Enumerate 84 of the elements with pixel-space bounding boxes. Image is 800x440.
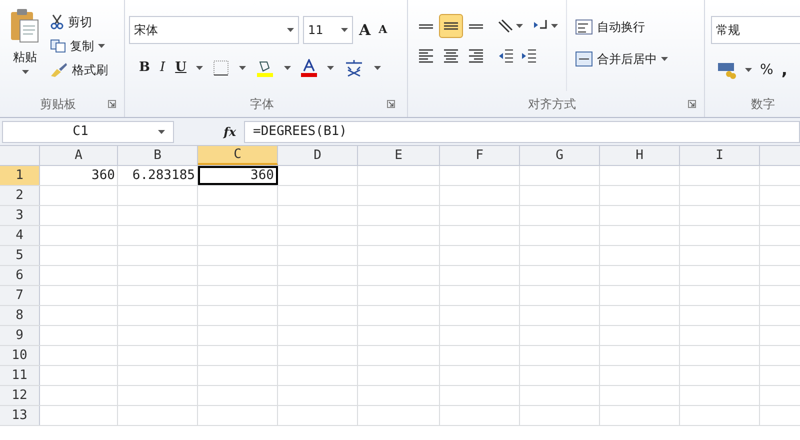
dialog-launcher-icon[interactable]: [108, 100, 116, 108]
align-icon: [468, 49, 484, 63]
group-label: 对齐方式: [527, 96, 577, 113]
align-icon: [443, 49, 459, 63]
borders-icon[interactable]: [213, 60, 230, 76]
row-header[interactable]: 5: [0, 246, 40, 265]
font-style-button[interactable]: I: [160, 58, 166, 78]
font-style-button[interactable]: U: [175, 58, 186, 78]
row-header[interactable]: 13: [0, 406, 40, 425]
caret-icon: [287, 28, 294, 32]
caret-icon: [745, 68, 752, 72]
clipboard-button[interactable]: 格式刷: [50, 60, 108, 80]
row-header[interactable]: 4: [0, 226, 40, 245]
row-header[interactable]: 8: [0, 306, 40, 325]
scissors-icon: [50, 14, 64, 30]
merge-icon: [575, 51, 593, 67]
table-cell: 6.283185: [118, 166, 198, 185]
column-header[interactable]: D: [278, 146, 358, 165]
caret-icon: [374, 66, 382, 70]
group-label: 数字: [751, 96, 775, 113]
row-header[interactable]: 3: [0, 206, 40, 225]
name-box[interactable]: C1: [2, 120, 174, 142]
caret-icon: [22, 70, 28, 74]
align-icon: [418, 49, 434, 63]
caret-icon: [327, 66, 334, 70]
row-header[interactable]: 1: [0, 166, 40, 185]
currency-icon[interactable]: [717, 61, 737, 79]
font-color-icon[interactable]: [301, 59, 318, 77]
column-header[interactable]: F: [440, 146, 520, 165]
vertical-align-button[interactable]: [439, 14, 463, 38]
row-header[interactable]: 7: [0, 286, 40, 305]
caret-icon: [158, 130, 165, 134]
row-header[interactable]: 9: [0, 326, 40, 345]
font-style-button[interactable]: B: [139, 58, 150, 78]
group-label: 字体: [249, 96, 275, 113]
column-header[interactable]: G: [520, 146, 600, 165]
percent-button[interactable]: %: [760, 60, 774, 80]
row-header[interactable]: 10: [0, 346, 40, 365]
caret-icon: [196, 66, 204, 70]
copy-icon: [50, 39, 66, 53]
dialog-launcher-icon[interactable]: [688, 100, 696, 108]
column-header[interactable]: H: [600, 146, 680, 165]
caret-icon: [516, 24, 523, 28]
shrink-font-button[interactable]: A: [376, 22, 390, 38]
decrease-indent-icon[interactable]: [497, 48, 515, 64]
group-label: 剪贴板: [39, 96, 77, 113]
brush-icon: [50, 62, 68, 78]
number-format-field[interactable]: 常规: [711, 16, 800, 44]
font-name-field[interactable]: 宋体: [129, 16, 299, 44]
column-header[interactable]: C: [198, 146, 278, 165]
clipboard-icon: [10, 8, 40, 44]
phonetic-icon[interactable]: [344, 58, 364, 78]
grow-font-button[interactable]: A: [357, 18, 373, 42]
fx-button[interactable]: fx: [224, 122, 236, 140]
caret-icon: [661, 57, 668, 61]
paste-button[interactable]: 粘贴: [0, 8, 50, 91]
orientation-icon[interactable]: [497, 18, 515, 34]
table-cell: 360: [40, 166, 118, 185]
column-header[interactable]: E: [358, 146, 440, 165]
clipboard-button[interactable]: 剪切: [50, 12, 108, 32]
align-icon: [418, 24, 434, 28]
caret-icon: [239, 66, 246, 70]
wrap-text-icon: [575, 19, 593, 35]
merge-center-button[interactable]: 合并后居中: [575, 50, 668, 68]
row-header[interactable]: 11: [0, 366, 40, 385]
fill-color-icon[interactable]: [256, 59, 274, 77]
row-header[interactable]: 2: [0, 186, 40, 205]
caret-icon: [284, 66, 292, 70]
increase-indent-icon[interactable]: [520, 48, 538, 64]
row-header[interactable]: 6: [0, 266, 40, 285]
caret-icon: [341, 28, 348, 32]
column-header[interactable]: I: [680, 146, 760, 165]
column-header[interactable]: A: [40, 146, 118, 165]
font-size-field[interactable]: 11: [303, 16, 353, 44]
align-icon: [443, 22, 459, 30]
row-header[interactable]: 12: [0, 386, 40, 405]
dialog-launcher-icon[interactable]: [387, 100, 395, 108]
comma-button[interactable]: ,: [781, 58, 788, 82]
formula-field[interactable]: =DEGREES(B1): [244, 120, 800, 142]
align-icon: [468, 24, 484, 28]
caret-icon: [551, 24, 558, 28]
clipboard-button[interactable]: 复制: [50, 36, 108, 56]
wrap-text-button[interactable]: 自动换行: [575, 18, 668, 36]
table-cell: 360: [198, 166, 278, 185]
